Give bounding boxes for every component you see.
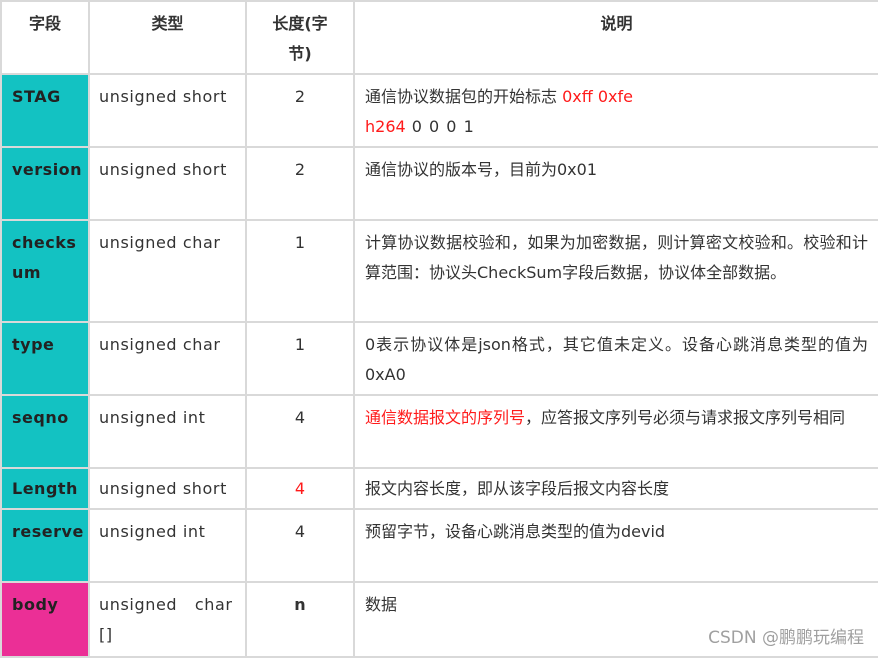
protocol-field-table: 字段 类型 长度(字节) 说明 STAG unsigned short 2 通信… xyxy=(0,0,878,658)
field-length-cell: 1 xyxy=(245,321,355,396)
field-description-cell: 通信协议的版本号，目前为0x01 xyxy=(353,146,878,221)
field-length-cell: 4 xyxy=(245,467,355,510)
field-description-cell: 通信协议数据包的开始标志 0xff 0xfe h264 0 0 0 1 xyxy=(353,73,878,148)
description-text: 0 0 0 1 xyxy=(405,117,475,136)
field-type-cell: unsigned char xyxy=(88,219,247,323)
field-description-cell: 计算协议数据校验和，如果为加密数据，则计算密文校验和。校验和计算范围：协议头Ch… xyxy=(353,219,878,323)
description-highlight: h264 xyxy=(365,117,406,136)
field-description-cell: 通信数据报文的序列号，应答报文序列号必须与请求报文序列号相同 xyxy=(353,394,878,469)
field-name-cell: seqno xyxy=(0,394,90,469)
field-type-cell: unsigned short xyxy=(88,467,247,510)
field-type-cell: unsigned char xyxy=(88,321,247,396)
field-name-cell: version xyxy=(0,146,90,221)
field-type-cell: unsigned int xyxy=(88,508,247,583)
table-row: Length unsigned short 4 报文内容长度，即从该字段后报文内… xyxy=(0,467,878,510)
table-row: STAG unsigned short 2 通信协议数据包的开始标志 0xff … xyxy=(0,73,878,148)
field-description-cell: 报文内容长度，即从该字段后报文内容长度 xyxy=(353,467,878,510)
field-length-cell: 2 xyxy=(245,73,355,148)
description-highlight: 通信数据报文的序列号 xyxy=(365,408,526,427)
field-name-cell: STAG xyxy=(0,73,90,148)
header-type: 类型 xyxy=(88,0,247,75)
field-type-cell: unsigned short xyxy=(88,146,247,221)
field-type-cell: unsigned short xyxy=(88,73,247,148)
field-length-cell: 4 xyxy=(245,508,355,583)
field-name-cell: type xyxy=(0,321,90,396)
table-row: seqno unsigned int 4 通信数据报文的序列号，应答报文序列号必… xyxy=(0,394,878,469)
field-length-cell: 4 xyxy=(245,394,355,469)
field-name-cell: reserve xyxy=(0,508,90,583)
field-name-cell: body xyxy=(0,581,90,658)
table-row: type unsigned char 1 0表示协议体是json格式，其它值未定… xyxy=(0,321,878,396)
field-description-cell: 0表示协议体是json格式，其它值未定义。设备心跳消息类型的值为0xA0 xyxy=(353,321,878,396)
field-description-cell: 预留字节，设备心跳消息类型的值为devid xyxy=(353,508,878,583)
header-description: 说明 xyxy=(353,0,878,75)
field-type-cell: unsigned int xyxy=(88,394,247,469)
field-length-cell: 2 xyxy=(245,146,355,221)
description-text: 通信协议数据包的开始标志 xyxy=(365,87,563,106)
description-text: ，应答报文序列号必须与请求报文序列号相同 xyxy=(525,408,846,427)
header-length: 长度(字节) xyxy=(245,0,355,75)
header-field: 字段 xyxy=(0,0,90,75)
field-length-cell: n xyxy=(245,581,355,658)
description-highlight: 0xff 0xfe xyxy=(562,87,633,106)
field-type-cell: unsigned char [] xyxy=(88,581,247,658)
field-name-cell: Length xyxy=(0,467,90,510)
table-row: checksum unsigned char 1 计算协议数据校验和，如果为加密… xyxy=(0,219,878,323)
field-name-cell: checksum xyxy=(0,219,90,323)
table-row: reserve unsigned int 4 预留字节，设备心跳消息类型的值为d… xyxy=(0,508,878,583)
table-header-row: 字段 类型 长度(字节) 说明 xyxy=(0,0,878,75)
watermark: CSDN @鹏鹏玩编程 xyxy=(708,628,864,648)
table-row: version unsigned short 2 通信协议的版本号，目前为0x0… xyxy=(0,146,878,221)
field-length-cell: 1 xyxy=(245,219,355,323)
